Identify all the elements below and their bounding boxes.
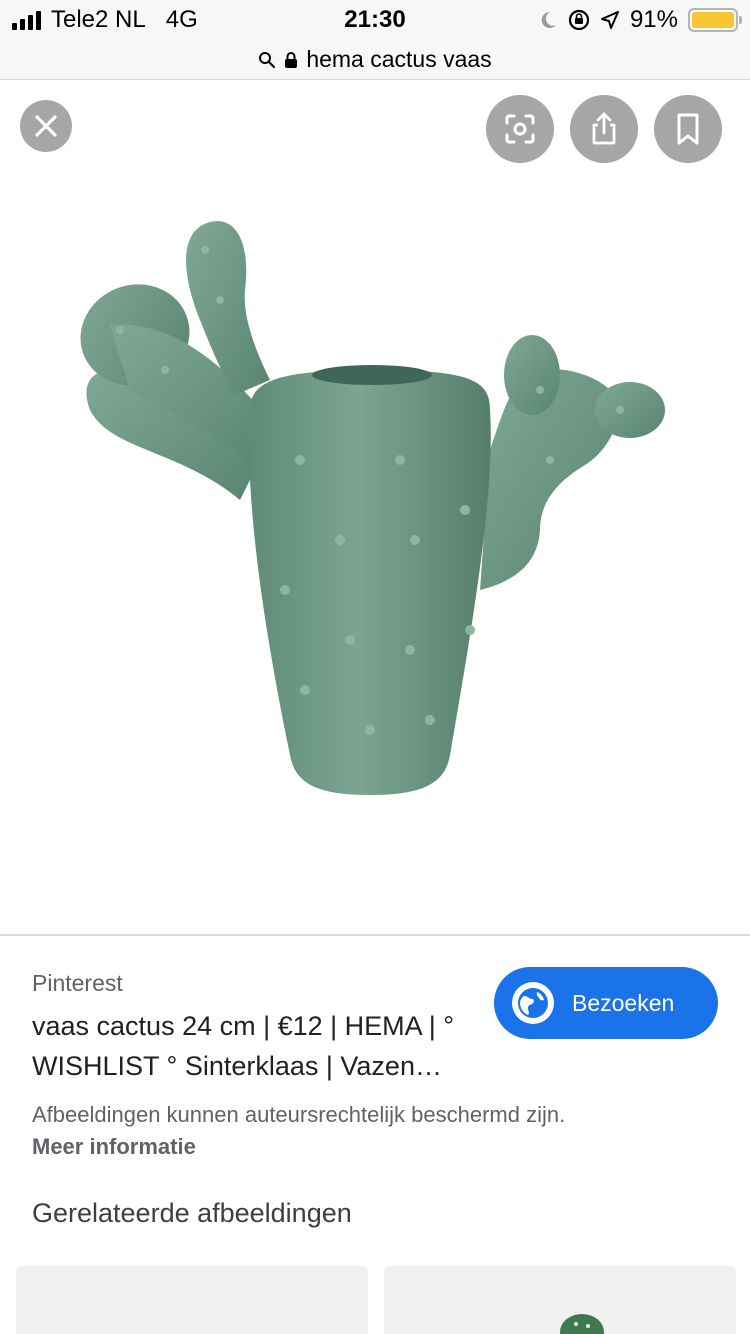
- related-thumbnail-image: [560, 1314, 604, 1334]
- lens-icon: [505, 114, 535, 144]
- location-icon: [600, 11, 619, 29]
- close-icon: [35, 115, 57, 137]
- result-title[interactable]: vaas cactus 24 cm | €12 | HEMA | ° WISHL…: [32, 1006, 482, 1086]
- related-thumbnail[interactable]: [16, 1266, 368, 1334]
- status-bar: Tele2 NL 4G 21:30 91%: [0, 0, 750, 40]
- lock-icon: [285, 51, 298, 68]
- save-button[interactable]: [654, 95, 722, 163]
- url-bar[interactable]: hema cactus vaas: [0, 40, 750, 80]
- battery-percent: 91%: [629, 6, 678, 33]
- related-thumbnail[interactable]: [384, 1266, 736, 1334]
- visit-button[interactable]: Bezoeken: [494, 967, 718, 1039]
- search-icon: [259, 51, 276, 68]
- moon-icon: [541, 11, 556, 28]
- share-icon: [592, 112, 616, 145]
- source-label[interactable]: Pinterest: [32, 970, 123, 997]
- visit-label: Bezoeken: [572, 989, 675, 1016]
- copyright-note: Afbeeldingen kunnen auteursrechtelijk be…: [32, 1102, 566, 1127]
- battery-icon: [688, 8, 742, 32]
- rotation-lock-icon: [568, 9, 590, 31]
- product-image[interactable]: [70, 210, 680, 810]
- bookmark-icon: [677, 113, 699, 145]
- close-button[interactable]: [20, 100, 72, 152]
- lens-button[interactable]: [486, 95, 554, 163]
- more-info-link[interactable]: Meer informatie: [32, 1134, 196, 1160]
- related-heading: Gerelateerde afbeeldingen: [32, 1198, 352, 1228]
- image-viewer: [0, 80, 750, 934]
- globe-icon: [512, 982, 554, 1024]
- status-right: 91%: [538, 6, 742, 34]
- divider: [0, 934, 750, 936]
- share-button[interactable]: [570, 95, 638, 163]
- url-text: hema cactus vaas: [306, 46, 492, 72]
